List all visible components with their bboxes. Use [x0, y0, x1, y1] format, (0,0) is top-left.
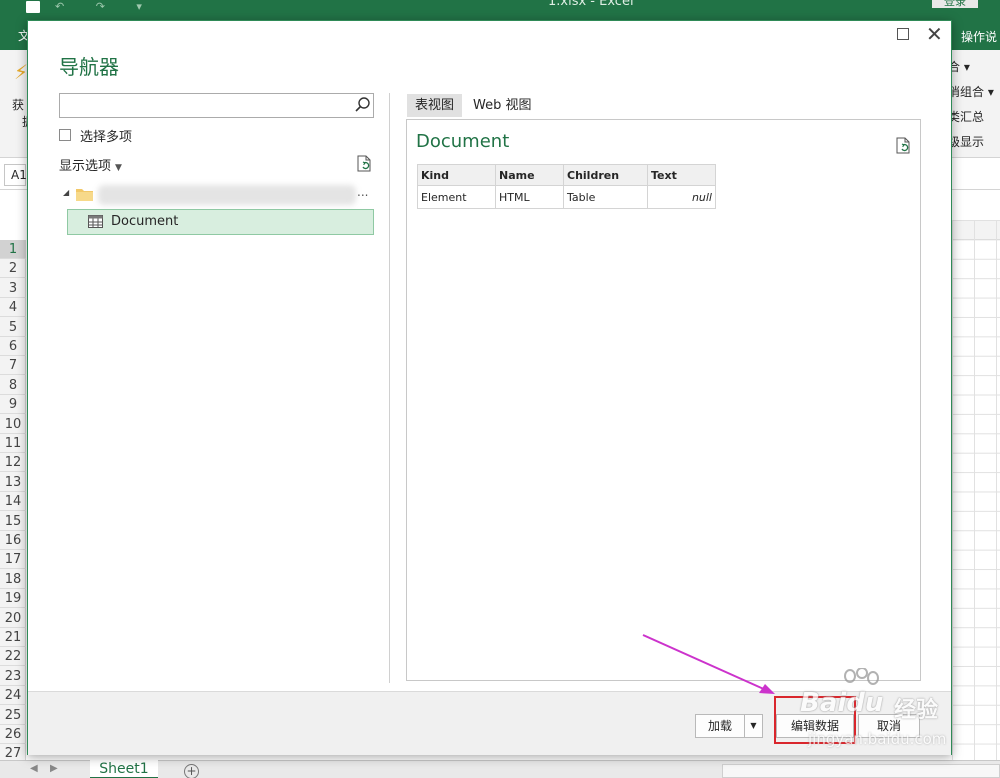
row-header[interactable]: 1: [0, 240, 26, 259]
search-icon[interactable]: [354, 96, 372, 114]
refresh-icon[interactable]: [355, 155, 373, 173]
tree-root-ellipsis: ...: [357, 185, 369, 199]
ribbon-ungroup-button[interactable]: 消组合 ▾: [948, 83, 994, 100]
pane-splitter[interactable]: [389, 93, 390, 683]
table-cell-null: null: [647, 185, 716, 209]
highlight-box: [774, 696, 856, 744]
worksheet-grid[interactable]: [952, 220, 1000, 760]
get-data-label-line1: 获: [12, 98, 25, 112]
tree-root-node[interactable]: ◢ ...: [63, 184, 375, 206]
column-header-kind[interactable]: Kind: [417, 164, 496, 186]
table-icon: [88, 215, 103, 228]
get-data-icon[interactable]: ⚡: [14, 60, 28, 84]
load-button[interactable]: 加载: [695, 714, 745, 738]
expand-triangle-icon[interactable]: ◢: [63, 188, 69, 197]
column-header-children[interactable]: Children: [563, 164, 648, 186]
multi-select-checkbox[interactable]: [59, 129, 71, 141]
row-header[interactable]: 18: [0, 570, 26, 589]
row-header[interactable]: 9: [0, 395, 26, 415]
column-header-name[interactable]: Name: [495, 164, 564, 186]
window-title: 1.xlsx - Excel: [548, 0, 634, 9]
row-header[interactable]: 12: [0, 453, 26, 473]
row-header[interactable]: 13: [0, 473, 26, 492]
row-header[interactable]: 26: [0, 725, 26, 744]
blurred-source-name: [98, 185, 356, 205]
row-header[interactable]: 23: [0, 667, 26, 686]
name-box[interactable]: A1: [4, 164, 27, 186]
row-header[interactable]: 8: [0, 376, 26, 395]
row-headers: 1 2 3 4 5 6 7 8 9 10 11 12 13 14 15 16 17 18 19 20 21 22 23 24 2…: [0, 240, 26, 764]
ribbon-subtotal-button[interactable]: 类汇总: [948, 108, 984, 125]
row-header[interactable]: 21: [0, 628, 26, 647]
preview-pane: Document Kind Name Children Text Element…: [406, 119, 921, 681]
tree-item-document[interactable]: Document: [67, 209, 374, 235]
row-header[interactable]: 24: [0, 686, 26, 706]
outline-group: 合 ▾ 消组合 ▾ 类汇总 级显示: [948, 50, 1000, 158]
dialog-footer: 加载 ▼ 编辑数据 取消: [28, 691, 951, 755]
row-header[interactable]: 5: [0, 318, 26, 337]
display-options-label: 显示选项: [59, 159, 112, 174]
tab-table-view[interactable]: 表视图: [407, 94, 463, 117]
row-header[interactable]: 7: [0, 356, 26, 376]
row-header[interactable]: 14: [0, 492, 26, 512]
row-header[interactable]: 15: [0, 512, 26, 531]
caret-down-icon: ▼: [115, 163, 122, 173]
navigator-dialog: 导航器 ✕ 选择多项 显示选项 ▼ ◢ ... Document 表视图 Web…: [27, 20, 952, 755]
load-dropdown-button[interactable]: ▼: [744, 714, 763, 738]
row-header[interactable]: 10: [0, 415, 26, 434]
row-header[interactable]: 17: [0, 550, 26, 570]
table-cell: Table: [563, 185, 648, 209]
save-icon[interactable]: [26, 1, 40, 13]
row-header[interactable]: 11: [0, 434, 26, 453]
row-header[interactable]: 6: [0, 337, 26, 356]
row-header[interactable]: 16: [0, 531, 26, 550]
tab-tell-me[interactable]: 操作说: [961, 28, 997, 45]
column-header-text[interactable]: Text: [647, 164, 716, 186]
maximize-icon[interactable]: [897, 28, 909, 40]
search-input[interactable]: [60, 94, 348, 117]
table-cell: HTML: [495, 185, 564, 209]
table-header-row: Kind Name Children Text: [417, 164, 716, 186]
sheet-tab-sheet1[interactable]: Sheet1: [90, 760, 158, 778]
table-cell: Element: [417, 185, 496, 209]
row-header[interactable]: 25: [0, 706, 26, 725]
tab-web-view[interactable]: Web 视图: [465, 94, 539, 117]
preview-title: Document: [416, 131, 510, 152]
tree-item-document-label: Document: [111, 214, 179, 229]
cancel-button[interactable]: 取消: [858, 714, 920, 738]
row-header[interactable]: 20: [0, 609, 26, 628]
search-box: [59, 93, 374, 118]
ribbon-show-detail-button[interactable]: 级显示: [948, 133, 984, 150]
sheet-tab-bar: ◀ ▶ Sheet1 +: [0, 760, 1000, 778]
sheet-next-icon[interactable]: ▶: [50, 763, 58, 774]
row-header[interactable]: 3: [0, 279, 26, 298]
folder-icon: [76, 189, 93, 201]
add-sheet-icon[interactable]: +: [184, 764, 199, 778]
sheet-prev-icon[interactable]: ◀: [30, 763, 38, 774]
row-header[interactable]: 22: [0, 647, 26, 667]
preview-table: Kind Name Children Text Element HTML Tab…: [417, 164, 716, 209]
quick-access-toolbar[interactable]: ↶ ↷ ▾: [55, 0, 156, 13]
login-button[interactable]: 登录: [932, 0, 978, 8]
dialog-title: 导航器: [59, 55, 119, 79]
row-header[interactable]: 2: [0, 259, 26, 279]
multi-select-label[interactable]: 选择多项: [80, 126, 132, 145]
excel-title-bar: ↶ ↷ ▾ 1.xlsx - Excel 登录: [0, 0, 1000, 20]
row-header[interactable]: 4: [0, 298, 26, 318]
preview-refresh-icon[interactable]: [894, 137, 912, 155]
row-header[interactable]: 19: [0, 589, 26, 609]
table-row: Element HTML Table null: [417, 185, 716, 209]
display-options-dropdown[interactable]: 显示选项 ▼: [59, 155, 122, 174]
horizontal-scrollbar[interactable]: [722, 764, 1000, 778]
close-icon[interactable]: ✕: [926, 22, 943, 46]
